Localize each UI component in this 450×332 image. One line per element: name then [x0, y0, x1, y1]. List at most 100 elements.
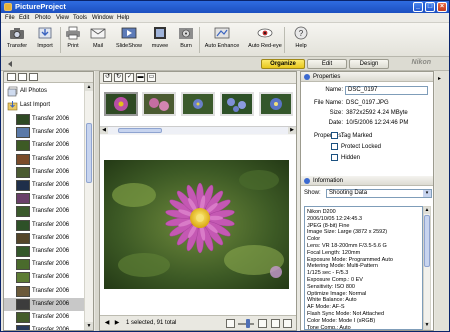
- menu-edit[interactable]: Edit: [19, 14, 29, 22]
- new-collection-icon[interactable]: [7, 73, 16, 81]
- collection-all-photos[interactable]: All Photos: [4, 85, 84, 98]
- collection-last-import[interactable]: Last Import: [4, 99, 84, 112]
- menu-help[interactable]: Help: [117, 14, 129, 22]
- information-header[interactable]: Information: [301, 176, 433, 186]
- tab-design[interactable]: Design: [349, 59, 389, 69]
- next-arrow-icon[interactable]: ▶: [113, 319, 121, 327]
- transfer-label: Transfer 2006: [32, 129, 70, 136]
- single-view-icon[interactable]: [283, 319, 292, 328]
- tag-check-icon[interactable]: ✓: [125, 73, 134, 82]
- selection-status: 1 selected, 91 total: [126, 320, 177, 326]
- menu-photo[interactable]: Photo: [35, 14, 51, 22]
- filmstrip-scrollbar[interactable]: ◀ ▶: [100, 126, 296, 134]
- menu-file[interactable]: File: [5, 14, 15, 22]
- all-photos-label: All Photos: [20, 88, 48, 94]
- properties-header[interactable]: Properties: [301, 72, 433, 82]
- date-row: Date: 10/5/2006 12:24:46 PM: [301, 120, 433, 128]
- shooting-data-line: 2006/10/05 12:24:45.3: [307, 215, 363, 222]
- rotate-right-icon[interactable]: ↻: [114, 73, 123, 82]
- collection-transfer[interactable]: Transfer 2006: [4, 232, 84, 245]
- scroll-up-icon[interactable]: ▲: [85, 83, 93, 91]
- collection-transfer[interactable]: Transfer 2006: [4, 179, 84, 192]
- thumbnail-view-icon[interactable]: [271, 319, 280, 328]
- collection-transfer[interactable]: Transfer 2006: [4, 139, 84, 152]
- filename-label: File Name:: [313, 100, 343, 106]
- collection-transfer[interactable]: Transfer 2006: [4, 219, 84, 232]
- expand-arrow-icon[interactable]: ▸: [438, 75, 441, 82]
- collection-transfer[interactable]: Transfer 2006: [4, 192, 84, 205]
- zoom-slider-handle[interactable]: [246, 319, 250, 328]
- auto-red-eye-button[interactable]: Auto Red-eye: [247, 26, 283, 55]
- toolbar: Transfer Import Print Mail SlideShow muv…: [1, 23, 449, 57]
- collection-transfer[interactable]: Transfer 2006: [4, 166, 84, 179]
- zoom-in-icon[interactable]: [258, 319, 267, 328]
- collapse-arrow-icon[interactable]: [6, 60, 14, 68]
- previous-arrow-icon[interactable]: ◀: [103, 319, 111, 327]
- import-button[interactable]: Import: [30, 26, 60, 55]
- shooting-data-line: 1/125 sec - F/5.3: [307, 270, 349, 277]
- protect-icon[interactable]: ▬: [136, 73, 145, 82]
- scroll-right-icon[interactable]: ▶: [288, 127, 296, 134]
- auto-enhance-button[interactable]: Auto Enhance: [204, 26, 240, 55]
- scroll-up-icon[interactable]: ▲: [424, 207, 430, 214]
- collection-transfer[interactable]: Transfer 2006: [4, 113, 84, 126]
- transfer-label: Transfer 2006: [32, 287, 70, 294]
- protect-locked-checkbox[interactable]: [331, 143, 338, 150]
- new-folder-icon[interactable]: [18, 73, 27, 81]
- hidden-checkbox[interactable]: [331, 154, 338, 161]
- collection-transfer[interactable]: Transfer 2006: [4, 245, 84, 258]
- transfer-thumbnail: [16, 166, 30, 178]
- thumbnail[interactable]: [142, 92, 176, 116]
- scroll-down-icon[interactable]: ▼: [424, 322, 430, 329]
- scroll-thumb[interactable]: [424, 215, 430, 267]
- show-select[interactable]: Shooting Data ▾: [326, 189, 432, 198]
- scroll-thumb[interactable]: [118, 128, 162, 133]
- transfer-label: Transfer 2006: [32, 261, 70, 268]
- collection-transfer[interactable]: Transfer 2006: [4, 285, 84, 298]
- title-bar[interactable]: PictureProject _ □ ×: [1, 1, 449, 13]
- thumbnail[interactable]: [181, 92, 215, 116]
- collection-transfer[interactable]: Transfer 2006: [4, 271, 84, 284]
- auto-enhance-label: Auto Enhance: [204, 43, 240, 49]
- collection-transfer[interactable]: Transfer 2006: [4, 126, 84, 139]
- collection-transfer[interactable]: Transfer 2006: [4, 205, 84, 218]
- collection-transfer[interactable]: Transfer 2006: [4, 311, 84, 324]
- transfer-label: Transfer 2006: [32, 195, 70, 202]
- scroll-thumb[interactable]: [86, 123, 92, 183]
- minimize-button[interactable]: _: [413, 2, 423, 12]
- mail-button[interactable]: Mail: [83, 26, 113, 55]
- shooting-data-scrollbar[interactable]: ▲ ▼: [423, 206, 431, 330]
- preview-photo[interactable]: [104, 160, 289, 289]
- flower-photo: [104, 160, 289, 289]
- menu-tools[interactable]: Tools: [73, 14, 87, 22]
- collection-transfer[interactable]: Transfer 2006: [4, 153, 84, 166]
- scroll-left-icon[interactable]: ◀: [100, 127, 108, 134]
- rotate-left-icon[interactable]: ↺: [103, 73, 112, 82]
- transfer-thumbnail: [16, 127, 30, 139]
- scroll-down-icon[interactable]: ▼: [85, 322, 93, 330]
- information-title: Information: [313, 178, 344, 184]
- collections-scrollbar[interactable]: ▲ ▼: [84, 83, 93, 330]
- thumbnail[interactable]: [220, 92, 254, 116]
- menu-view[interactable]: View: [56, 14, 69, 22]
- thumbnail-image: [106, 94, 136, 114]
- thumbnail[interactable]: [259, 92, 293, 116]
- collection-transfer[interactable]: Transfer 2006: [4, 324, 84, 330]
- maximize-button[interactable]: □: [425, 2, 435, 12]
- tag-marked-checkbox[interactable]: [331, 132, 338, 139]
- tab-organize[interactable]: Organize: [261, 59, 305, 69]
- burn-button[interactable]: Burn: [171, 26, 201, 55]
- delete-collection-icon[interactable]: [29, 73, 38, 81]
- help-button[interactable]: ? Help: [286, 26, 316, 55]
- collection-transfer[interactable]: Transfer 2006: [4, 258, 84, 271]
- name-field[interactable]: DSC_0197: [345, 86, 428, 95]
- zoom-out-icon[interactable]: [226, 319, 235, 328]
- tab-edit[interactable]: Edit: [307, 59, 347, 69]
- slideshow-button[interactable]: SlideShow: [114, 26, 144, 55]
- thumbnail[interactable]: [104, 92, 138, 116]
- close-button[interactable]: ×: [437, 2, 447, 12]
- collection-transfer[interactable]: Transfer 2006: [4, 297, 84, 311]
- transfer-button[interactable]: Transfer: [2, 26, 32, 55]
- hide-icon[interactable]: ▭: [147, 73, 156, 82]
- menu-window[interactable]: Window: [92, 14, 113, 22]
